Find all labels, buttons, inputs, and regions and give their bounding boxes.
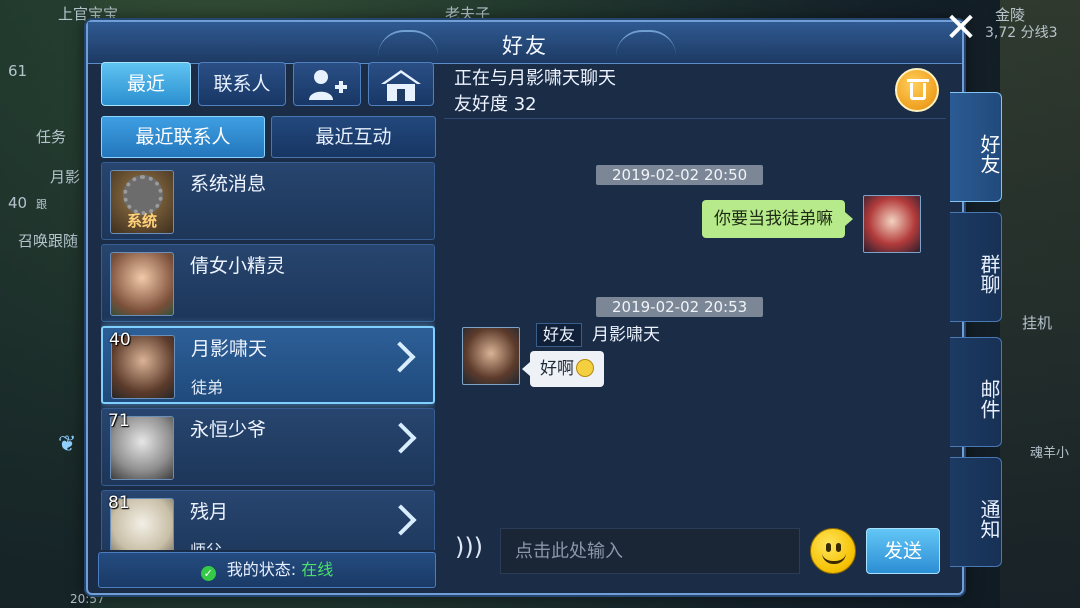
- chat-messages: 2019-02-02 20:50 你要当我徒弟嘛 2019-02-02 20:5…: [444, 118, 946, 518]
- butterfly-icon: ❦: [58, 432, 77, 457]
- emoji-icon: [576, 359, 594, 377]
- check-icon: ✓: [200, 566, 216, 581]
- background-right-hud: [1000, 0, 1080, 608]
- home-icon: [381, 70, 421, 101]
- chat-input[interactable]: [500, 528, 800, 574]
- contact-name: 月影啸天: [191, 338, 268, 360]
- friend-tag-badge: 好友: [536, 323, 583, 347]
- bg-party-level: 40: [8, 194, 28, 212]
- status-value: 在线: [301, 560, 334, 579]
- contact-relation: 师父: [190, 537, 222, 550]
- system-avatar: 系统: [110, 170, 174, 234]
- contact-item[interactable]: 71 永恒少爷: [101, 408, 435, 486]
- voice-icon[interactable]: ))): [454, 532, 484, 562]
- gear-icon: [123, 175, 163, 215]
- top-tabs: 最近 联系人: [98, 60, 438, 110]
- side-tab-friends[interactable]: 好友: [950, 92, 1002, 202]
- bg-coords: 3,72 分线3: [985, 25, 1058, 41]
- bg-summon-button: 召唤跟随: [18, 232, 79, 250]
- side-tab-group-chat[interactable]: 群聊: [950, 212, 1002, 322]
- status-label: 我的状态:: [226, 560, 297, 579]
- message-timestamp: 2019-02-02 20:50: [596, 165, 764, 185]
- chevron-right-icon[interactable]: [385, 504, 417, 536]
- bg-level: 61: [8, 62, 28, 80]
- avatar: [110, 252, 174, 316]
- side-tabs: 好友 群聊 邮件 通知: [950, 92, 1002, 567]
- bg-task-tab: 任务: [36, 128, 67, 146]
- bg-idle-label: 挂机: [1022, 314, 1053, 332]
- chat-with-label: 正在与月影啸天聊天: [454, 68, 616, 89]
- send-button[interactable]: 发送: [866, 528, 940, 574]
- tab-recent-interactions[interactable]: 最近互动: [271, 116, 436, 158]
- close-button[interactable]: ✕: [940, 8, 982, 50]
- contact-item[interactable]: 40 月影啸天 徒弟: [101, 326, 435, 404]
- sub-tabs: 最近联系人 最近互动: [101, 116, 436, 158]
- tab-recent[interactable]: 最近: [101, 62, 191, 106]
- contact-level: 40: [109, 330, 131, 350]
- bg-party-name: 月影: [50, 168, 81, 186]
- title-bar: 好友: [88, 22, 962, 64]
- contact-item[interactable]: 倩女小精灵: [101, 244, 435, 322]
- chevron-right-icon[interactable]: [385, 422, 417, 454]
- contact-name: 系统消息: [190, 173, 267, 195]
- contact-item[interactable]: 81 残月 师父: [101, 490, 435, 550]
- chevron-right-icon[interactable]: [384, 341, 416, 373]
- home-button[interactable]: [368, 62, 434, 106]
- friend-name: 月影啸天: [592, 325, 660, 345]
- add-friend-icon: [309, 70, 347, 100]
- smiley-icon: [826, 543, 831, 552]
- contact-name: 永恒少爷: [190, 419, 267, 441]
- friend-message-text: 好啊: [540, 359, 574, 379]
- friend-avatar[interactable]: [462, 327, 520, 385]
- emoji-button[interactable]: [810, 528, 856, 574]
- contact-list: 系统 系统消息 倩女小精灵 40 月影啸天 徒弟 71 永恒少爷 81 残月 师…: [101, 162, 435, 550]
- contact-name: 残月: [190, 501, 229, 523]
- contact-level: 71: [108, 411, 130, 431]
- window-title: 好友: [502, 34, 548, 58]
- trash-icon: [907, 79, 929, 82]
- side-tab-notice[interactable]: 通知: [950, 457, 1002, 567]
- background-left-hud: [0, 0, 90, 608]
- friend-message-bubble: 好啊: [522, 351, 604, 387]
- message-timestamp: 2019-02-02 20:53: [596, 297, 764, 317]
- contact-relation: 徒弟: [191, 378, 224, 397]
- chat-header: 正在与月影啸天聊天 友好度 32: [454, 62, 944, 115]
- my-status-bar[interactable]: ✓ 我的状态: 在线: [98, 552, 436, 588]
- contact-item[interactable]: 系统 系统消息: [101, 162, 435, 240]
- add-friend-button[interactable]: [293, 62, 361, 106]
- avatar-label: 系统: [126, 212, 157, 230]
- bg-location: 金陵: [995, 6, 1026, 24]
- delete-chat-button[interactable]: [895, 68, 939, 112]
- contact-name: 倩女小精灵: [190, 255, 286, 277]
- chat-input-row: ))) 发送: [444, 520, 946, 580]
- contact-level: 81: [108, 493, 130, 513]
- side-tab-mail[interactable]: 邮件: [950, 337, 1002, 447]
- tab-contacts[interactable]: 联系人: [198, 62, 286, 106]
- left-panel: 最近 联系人 最近联系人 最近互动 系统 系统消息 倩女小精灵 40 月影啸天 …: [98, 60, 438, 592]
- bg-follow: 跟: [36, 198, 47, 211]
- my-message-bubble: 你要当我徒弟嘛: [702, 200, 853, 238]
- my-avatar: [863, 195, 921, 253]
- bg-skill-label: 魂羊小: [1030, 446, 1070, 461]
- friendship-label: 友好度 32: [454, 94, 537, 115]
- tab-recent-contacts[interactable]: 最近联系人: [101, 116, 265, 158]
